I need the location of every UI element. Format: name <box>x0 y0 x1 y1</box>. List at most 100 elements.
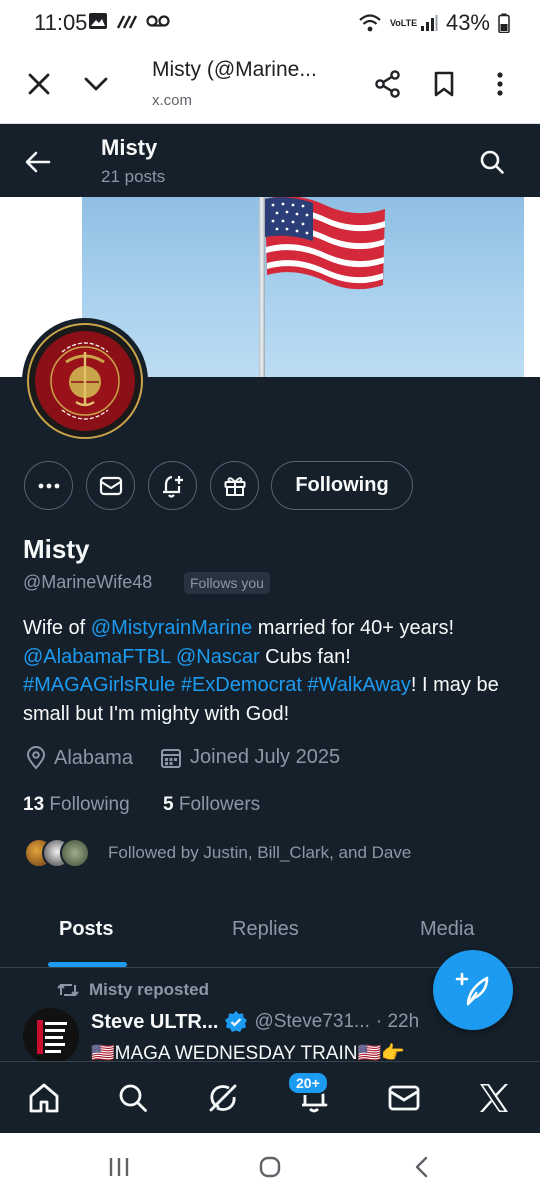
back-button[interactable] <box>16 140 60 184</box>
status-right-icons: VoLTE 43% <box>358 10 510 36</box>
more-horizontal-icon <box>38 483 59 488</box>
close-tab-button[interactable] <box>17 62 61 106</box>
nav-x-premium[interactable] <box>472 1076 516 1120</box>
following-button[interactable]: Following <box>271 461 413 510</box>
battery-percent: 43% <box>445 10 490 35</box>
bio-mention-link[interactable]: @AlabamaFTBL <box>23 646 170 668</box>
search-button[interactable] <box>470 140 514 184</box>
gallery-icon <box>89 13 107 29</box>
calendar-icon <box>161 748 181 768</box>
verified-badge-icon <box>225 1011 248 1032</box>
status-time: 11:05 <box>34 10 88 35</box>
bookmark-icon <box>434 71 454 97</box>
compose-feather-icon <box>455 972 489 1006</box>
search-icon <box>119 1084 147 1112</box>
nav-home[interactable] <box>22 1076 66 1120</box>
more-options-button[interactable] <box>478 62 522 106</box>
profile-handle: @MarineWife48 <box>23 572 153 592</box>
x-logo-icon <box>480 1084 508 1112</box>
bottom-navigation: 20+ <box>0 1061 540 1133</box>
battery-icon <box>498 13 510 33</box>
signal-strength-icon <box>116 15 138 29</box>
followers-count-link[interactable]: 5 Followers <box>163 794 260 816</box>
voicemail-icon <box>146 15 170 27</box>
gift-icon <box>224 476 245 496</box>
volte-label: VoLTE <box>389 17 418 28</box>
bio-hashtag-link[interactable]: #WalkAway <box>308 674 411 696</box>
tab-media[interactable]: Media <box>420 918 474 941</box>
bio-text: Cubs fan! <box>259 645 351 668</box>
grok-icon <box>209 1084 237 1112</box>
bookmark-button[interactable] <box>422 62 466 106</box>
american-flag-image <box>265 197 385 290</box>
repost-indicator: Misty reposted <box>57 980 209 1000</box>
system-navigation-bar <box>0 1133 540 1200</box>
nav-search[interactable] <box>111 1076 155 1120</box>
browser-toolbar: Misty (@Marine... x.com <box>0 46 540 124</box>
profile-bio: Wife of @MistyrainMarine married for 40+… <box>23 614 523 728</box>
more-vertical-icon <box>497 72 503 96</box>
arrow-left-icon <box>25 151 51 173</box>
repost-icon <box>57 983 79 997</box>
profile-avatar[interactable] <box>22 318 148 444</box>
bio-mention-link[interactable]: @Nascar <box>176 646 260 668</box>
close-icon <box>28 73 50 95</box>
following-label: Following <box>49 794 130 815</box>
tab-posts[interactable]: Posts <box>59 918 113 941</box>
status-notification-icons <box>88 12 170 30</box>
profile-joined-date: Joined July 2025 <box>160 746 340 769</box>
bell-plus-icon <box>162 475 183 498</box>
bio-hashtag-link[interactable]: #ExDemocrat <box>181 674 302 696</box>
minimize-tab-button[interactable] <box>74 62 118 106</box>
mail-icon <box>99 476 122 495</box>
followed-by-text: Followed by Justin, Bill_Clark, and Dave <box>108 843 412 862</box>
page-url: x.com <box>152 92 193 109</box>
follows-you-badge: Follows you <box>184 572 270 594</box>
following-count-link[interactable]: 13 Following <box>23 794 130 816</box>
back-system-button[interactable] <box>400 1151 444 1183</box>
followed-by-row[interactable]: Followed by Justin, Bill_Clark, and Dave <box>24 836 411 870</box>
profile-display-name: Misty <box>23 534 90 564</box>
bio-text: married for 40+ years! <box>252 617 454 639</box>
nav-grok[interactable] <box>201 1076 245 1120</box>
profile-top-bar: Misty 21 posts <box>0 124 540 197</box>
recent-apps-icon <box>109 1158 129 1176</box>
post-author-handle: @Steve731... <box>254 1011 370 1032</box>
page-title: Misty (@Marine... <box>152 58 317 81</box>
app-screen: 11:05 VoLTE 43% Misty (@Marine... x.com <box>0 0 540 1200</box>
tab-replies[interactable]: Replies <box>232 918 299 941</box>
follower-avatar <box>60 838 90 868</box>
marine-corps-emblem <box>27 323 143 439</box>
nav-messages[interactable] <box>382 1076 426 1120</box>
followers-label: Followers <box>178 794 261 815</box>
header-post-count: 21 posts <box>101 167 166 186</box>
header-name: Misty <box>101 135 158 160</box>
cell-signal-icon <box>420 15 438 31</box>
chevron-left-icon <box>415 1156 428 1178</box>
bio-hashtag-link[interactable]: #MAGAGirlsRule <box>23 674 175 696</box>
notifications-badge: 20+ <box>287 1071 329 1095</box>
message-button[interactable] <box>86 461 135 510</box>
share-button[interactable] <box>366 62 410 106</box>
following-count: 13 <box>23 794 45 815</box>
bio-mention-link[interactable]: @MistyrainMarine <box>91 617 252 639</box>
post-author-name[interactable]: Steve ULTR... <box>91 1011 218 1034</box>
share-icon <box>375 70 400 98</box>
more-options-profile-button[interactable] <box>24 461 73 510</box>
home-circle-icon <box>259 1156 281 1178</box>
repost-text: Misty reposted <box>89 980 209 999</box>
location-pin-icon <box>26 746 46 770</box>
profile-location: Alabama <box>26 746 133 770</box>
followers-count: 5 <box>163 794 174 815</box>
post-author-avatar[interactable] <box>23 1008 79 1064</box>
status-bar: 11:05 VoLTE 43% <box>0 0 540 46</box>
compose-post-button[interactable] <box>433 950 513 1030</box>
gift-button[interactable] <box>210 461 259 510</box>
home-system-button[interactable] <box>248 1151 292 1183</box>
notifications-subscribe-button[interactable] <box>148 461 197 510</box>
joined-text: Joined July 2025 <box>190 746 341 768</box>
mail-icon <box>388 1085 420 1111</box>
active-tab-indicator <box>48 962 127 967</box>
search-icon <box>480 150 504 174</box>
recent-apps-button[interactable] <box>97 1151 141 1183</box>
